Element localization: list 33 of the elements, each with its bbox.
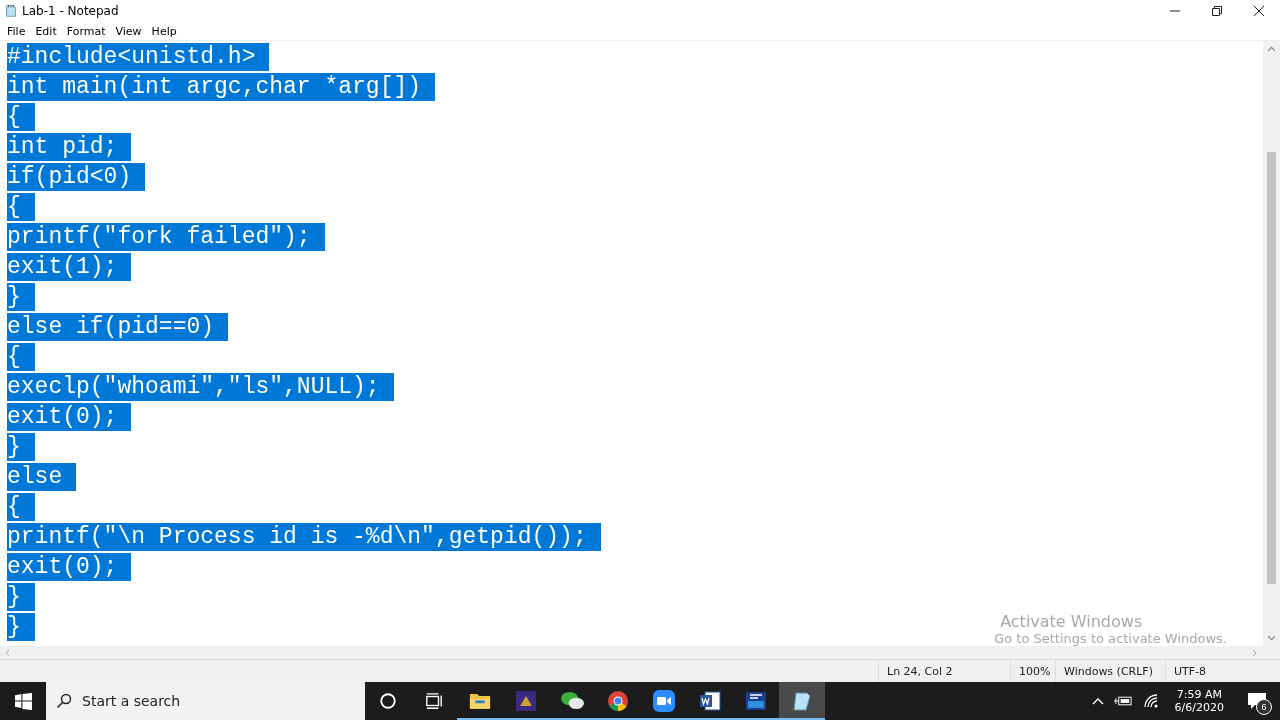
browser-icon (607, 689, 629, 712)
chevron-up-icon[interactable] (1091, 697, 1104, 705)
app-icon (515, 689, 537, 712)
close-icon (1254, 6, 1264, 16)
scroll-up-icon[interactable] (1267, 45, 1276, 52)
task-view-icon (425, 691, 443, 710)
activation-title: Activate Windows (999, 612, 1144, 631)
wifi-icon[interactable] (1142, 693, 1159, 709)
circle-icon (379, 691, 397, 710)
search-field[interactable]: Start a search (46, 682, 365, 720)
document-icon (699, 689, 721, 712)
restore-icon (1212, 6, 1222, 16)
notepad-icon (791, 689, 813, 712)
menu-item[interactable]: Format (61, 22, 111, 40)
scroll-thumb[interactable] (1267, 152, 1276, 584)
chat-icon (559, 690, 585, 711)
clock[interactable]: 7:59 AM 6/6/2020 (1168, 688, 1230, 714)
notifications-button[interactable]: 6 (1240, 684, 1274, 718)
windows-logo-icon (14, 692, 32, 710)
folder-icon (469, 691, 491, 710)
menu-item[interactable]: File (2, 22, 31, 40)
notepad-icon (4, 4, 18, 18)
activation-message: Go to Settings to activate Windows. (994, 631, 1227, 646)
video-camera-icon (653, 689, 675, 712)
menu-item[interactable]: View (110, 22, 147, 40)
vertical-scrollbar[interactable] (1263, 41, 1280, 646)
battery-icon[interactable] (1113, 695, 1133, 707)
ide-icon (745, 689, 767, 712)
scroll-down-icon[interactable] (1267, 635, 1276, 642)
taskbar-app[interactable] (779, 682, 825, 720)
menu-item[interactable]: Help (146, 22, 182, 40)
menu-item[interactable]: Edit (30, 22, 62, 40)
window-title: Lab-1 - Notepad (22, 4, 119, 18)
